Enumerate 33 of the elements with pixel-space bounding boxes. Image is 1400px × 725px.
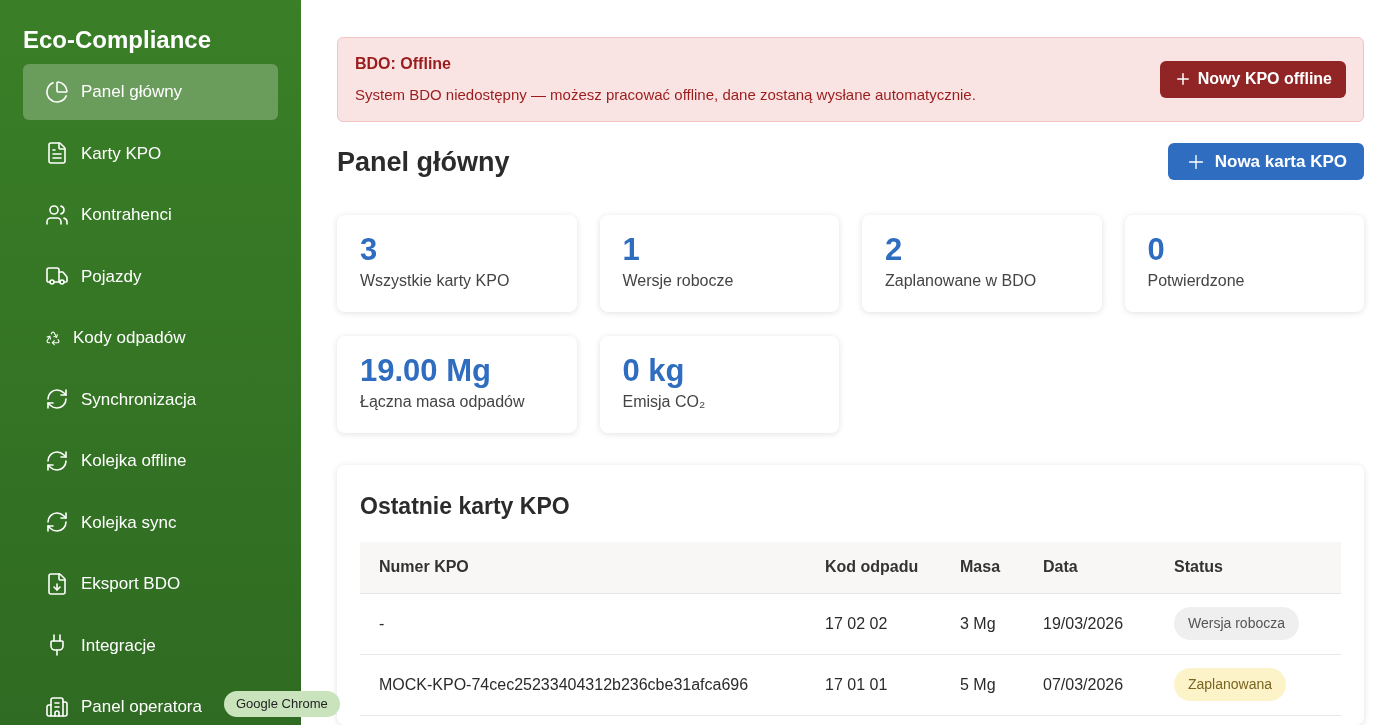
stat-label: Potwierdzone	[1147, 271, 1245, 291]
stat-label: Wszystkie karty KPO	[360, 271, 510, 291]
stat-label: Łączna masa odpadów	[360, 392, 525, 412]
table-cell-text: 5 Mg	[960, 674, 997, 695]
stat-value: 19.00 Mg	[360, 354, 491, 388]
stat-value: 0 kg	[622, 354, 685, 388]
column-header: Status	[1174, 557, 1224, 577]
alert-message: System BDO niedostępny — możesz pracować offline, dane zostaną wysłane automatycznie.	[355, 85, 976, 105]
table-cell-text: 19/03/2026	[1043, 613, 1125, 634]
column-header: Masa	[960, 557, 1002, 577]
table-cell-text: 17 02 02	[825, 613, 889, 634]
table-cell-text: MOCK-KPO-74cec25233404312b236cbe31afca696	[379, 674, 750, 695]
tooltip: Google Chrome	[224, 691, 340, 717]
section-title: Ostatnie karty KPO	[360, 492, 571, 521]
stat-label: Wersje robocze	[622, 271, 734, 291]
stat-value: 1	[622, 233, 640, 267]
page-title: Panel główny	[337, 145, 510, 179]
column-header: Kod odpadu	[825, 557, 920, 577]
table-cell-text: 07/03/2026	[1043, 674, 1125, 695]
table-cell-text: -	[379, 613, 386, 634]
stat-value: 3	[360, 233, 378, 267]
column-header: Numer KPO	[379, 557, 470, 577]
alert-title: BDO: Offline	[355, 54, 452, 74]
table-cell-text: 3 Mg	[960, 613, 997, 634]
app-title: Eco-Compliance	[23, 25, 213, 55]
stat-label: Zaplanowane w BDO	[885, 271, 1037, 291]
stat-value: 0	[1147, 233, 1165, 267]
status-badge: Wersja robocza	[1174, 607, 1299, 640]
status-badge: Zaplanowana	[1174, 668, 1287, 701]
stat-value: 2	[885, 233, 903, 267]
stat-label: Emisja CO₂	[622, 392, 706, 412]
column-header: Data	[1043, 557, 1079, 577]
table-cell-text: 17 01 01	[825, 674, 889, 695]
